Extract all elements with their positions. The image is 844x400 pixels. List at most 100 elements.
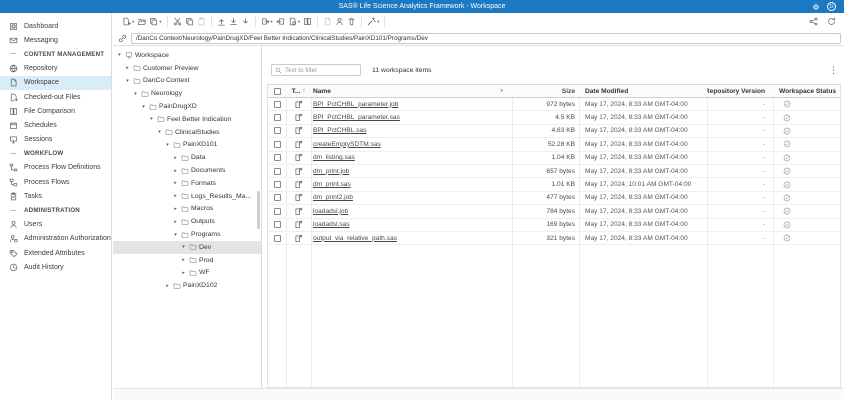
table-row[interactable]: loadadsl.sas 169 bytes May 17, 2024, 8:3…	[268, 219, 840, 232]
cut-button[interactable]	[173, 17, 182, 26]
check-out-button[interactable]: ▾	[261, 17, 273, 26]
table-row[interactable]: BPI_PctCHBL_parameter.job 972 bytes May …	[268, 98, 840, 111]
file-name-link[interactable]: BPI_PctCHBL_parameter.job	[313, 101, 398, 108]
check-in-button[interactable]	[276, 17, 285, 26]
file-name-link[interactable]: dm_print.job	[313, 168, 349, 175]
sidebar-item-dashboard[interactable]: Dashboard	[0, 19, 111, 33]
tree-node-neurology[interactable]: ▾ Neurology	[113, 87, 261, 100]
tree-node-documents[interactable]: ▸ Documents	[113, 164, 261, 177]
filter-search-box[interactable]	[271, 64, 361, 76]
expanded-expander-icon[interactable]: ▾	[132, 91, 139, 97]
expanded-expander-icon[interactable]: ▾	[156, 129, 163, 135]
expanded-expander-icon[interactable]: ▾	[164, 142, 171, 148]
table-row[interactable]: dm_print2.job 477 bytes May 17, 2024, 8:…	[268, 192, 840, 205]
table-row[interactable]: loadadsl.job 784 bytes May 17, 2024, 8:3…	[268, 205, 840, 218]
row-checkbox[interactable]	[274, 154, 281, 161]
export-button[interactable]	[241, 17, 250, 26]
paste-button[interactable]	[197, 17, 206, 26]
expanded-expander-icon[interactable]: ▾	[148, 116, 155, 122]
table-row[interactable]: createEmptySDTM.sas 52.28 KB May 17, 202…	[268, 138, 840, 151]
tree-node-formats[interactable]: ▸ Formats	[113, 177, 261, 190]
compare-button[interactable]	[303, 17, 312, 26]
collapsed-expander-icon[interactable]: ▸	[172, 180, 179, 186]
sidebar-item-tasks[interactable]: Tasks	[0, 189, 111, 203]
tree-node-painxd101[interactable]: ▾ PainXD101	[113, 139, 261, 152]
file-name-link[interactable]: dm_print.sas	[313, 181, 351, 188]
tree-node-feel-better-indication[interactable]: ▾ Feel Better Indication	[113, 113, 261, 126]
tree-node-prod[interactable]: ▸ Prod	[113, 254, 261, 267]
collapsed-expander-icon[interactable]: ▸	[172, 206, 179, 212]
tree-node-customer-preview[interactable]: ▸ Customer Preview	[113, 62, 261, 75]
collapsed-expander-icon[interactable]: ▸	[164, 283, 171, 289]
sidebar-item-schedules[interactable]: Schedules	[0, 118, 111, 132]
row-checkbox[interactable]	[274, 127, 281, 134]
delete-button[interactable]	[347, 17, 356, 26]
collapsed-expander-icon[interactable]: ▸	[172, 155, 179, 161]
table-row[interactable]: dm_print.sas 1.01 KB May 17, 2024, 10:01…	[268, 178, 840, 191]
path-input[interactable]	[131, 33, 841, 44]
table-row[interactable]: dm_listing.sas 1.04 KB May 17, 2024, 8:3…	[268, 152, 840, 165]
tree-vertical-scrollbar-thumb[interactable]	[257, 191, 260, 229]
tree-node-macros[interactable]: ▸ Macros	[113, 203, 261, 216]
table-row[interactable]: BPI_PctCHBL_parameter.sas 4.5 KB May 17,…	[268, 111, 840, 124]
column-header-repository-version[interactable]: Repository Version	[707, 88, 773, 95]
permissions-button[interactable]	[335, 17, 344, 26]
select-all-checkbox[interactable]	[274, 88, 281, 95]
tree-node-workspace[interactable]: ▾ Workspace	[113, 49, 261, 62]
expanded-expander-icon[interactable]: ▾	[180, 244, 187, 250]
sidebar-item-checked-out-files[interactable]: Checked-out Files	[0, 90, 111, 104]
copy-button[interactable]	[185, 17, 194, 26]
tree-node-danco-context[interactable]: ▾ DanCo Context	[113, 75, 261, 88]
row-checkbox[interactable]	[274, 235, 281, 242]
sidebar-item-repository[interactable]: Repository	[0, 62, 111, 76]
row-checkbox[interactable]	[274, 114, 281, 121]
tree-node-clinicalstudies[interactable]: ▾ ClinicalStudies	[113, 126, 261, 139]
settings-gear-icon[interactable]	[812, 3, 820, 11]
row-checkbox[interactable]	[274, 141, 281, 148]
expanded-expander-icon[interactable]: ▾	[140, 104, 147, 110]
file-name-link[interactable]: BPI_PctCHBL.sas	[313, 127, 367, 134]
sidebar-item-messaging[interactable]: Messaging	[0, 33, 111, 47]
refresh-button[interactable]	[827, 17, 836, 26]
horizontal-scrollbar-track[interactable]	[113, 388, 844, 400]
column-header-type[interactable]: T... ↑	[286, 88, 311, 95]
version-button[interactable]: ▾	[288, 17, 300, 26]
row-checkbox[interactable]	[274, 181, 281, 188]
collapsed-expander-icon[interactable]: ▸	[172, 219, 179, 225]
row-checkbox[interactable]	[274, 194, 281, 201]
tree-node-wf[interactable]: ▸ WF	[113, 267, 261, 280]
tree-node-data[interactable]: ▸ Data	[113, 151, 261, 164]
expanded-expander-icon[interactable]: ▾	[172, 232, 179, 238]
collapsed-expander-icon[interactable]: ▸	[172, 193, 179, 199]
table-row[interactable]: BPI_PctCHBL.sas 4.63 KB May 17, 2024, 8:…	[268, 125, 840, 138]
column-header-date-modified[interactable]: Date Modified	[579, 88, 707, 95]
open-folder-button[interactable]	[137, 17, 146, 26]
download-button[interactable]	[229, 17, 238, 26]
tree-node-logs-results-ma[interactable]: ▸ Logs_Results_Ma...	[113, 190, 261, 203]
tree-node-painxd102[interactable]: ▸ PainXD102	[113, 279, 261, 292]
tree-node-dev[interactable]: ▾ Dev	[113, 241, 261, 254]
sidebar-item-extended-attributes[interactable]: Extended Attributes	[0, 246, 111, 260]
file-name-link[interactable]: loadadsl.sas	[313, 221, 350, 228]
properties-button[interactable]	[323, 17, 332, 26]
tree-node-outputs[interactable]: ▸ Outputs	[113, 215, 261, 228]
collapsed-expander-icon[interactable]: ▸	[172, 168, 179, 174]
row-checkbox[interactable]	[274, 168, 281, 175]
share-button[interactable]	[809, 17, 818, 26]
tree-node-paindrugxd[interactable]: ▾ PainDrugXD	[113, 100, 261, 113]
new-item-button[interactable]: ▾	[122, 17, 134, 26]
collapsed-expander-icon[interactable]: ▸	[180, 257, 187, 263]
row-checkbox[interactable]	[274, 101, 281, 108]
copy-items-button[interactable]: ▾	[149, 17, 161, 26]
sidebar-item-workspace[interactable]: Workspace	[0, 76, 111, 90]
tree-node-programs[interactable]: ▾ Programs	[113, 228, 261, 241]
sidebar-item-process-flow-definitions[interactable]: Process Flow Definitions	[0, 161, 111, 175]
file-name-link[interactable]: loadadsl.job	[313, 208, 348, 215]
column-header-name[interactable]: Name ▾	[311, 88, 512, 95]
sidebar-item-administration-authorization[interactable]: Administration Authorization	[0, 232, 111, 246]
file-name-link[interactable]: dm_print2.job	[313, 194, 353, 201]
file-name-link[interactable]: BPI_PctCHBL_parameter.sas	[313, 114, 400, 121]
column-header-size[interactable]: Size	[512, 88, 579, 95]
sidebar-item-file-comparison[interactable]: File Comparison	[0, 104, 111, 118]
table-row[interactable]: dm_print.job 657 bytes May 17, 2024, 8:3…	[268, 165, 840, 178]
